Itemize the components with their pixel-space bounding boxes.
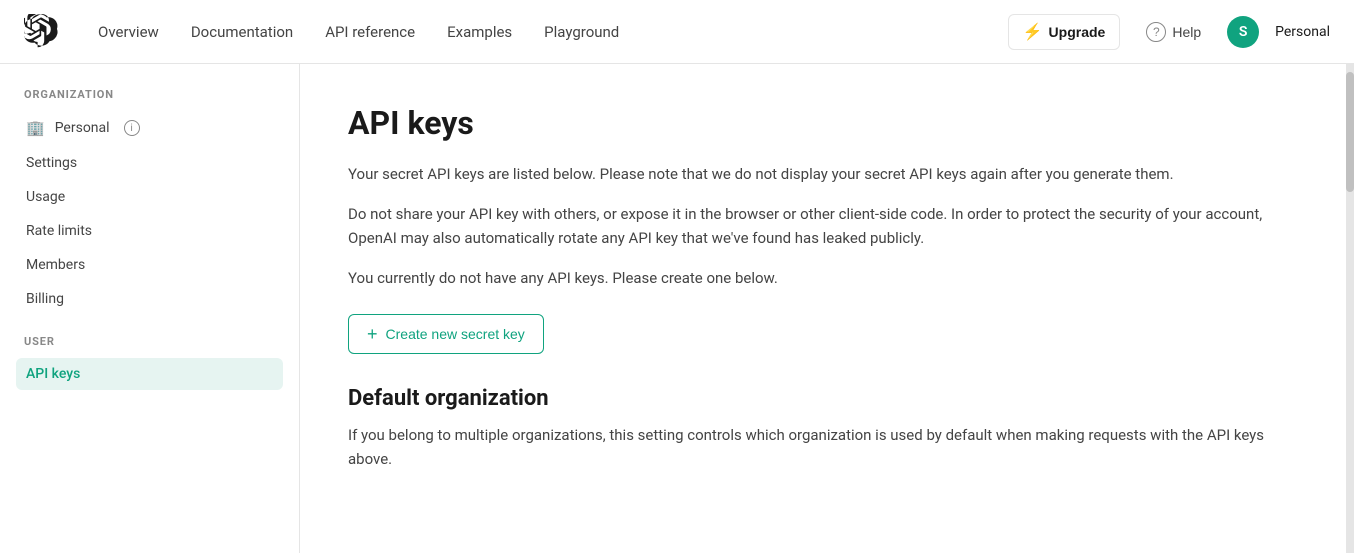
help-icon: ? — [1146, 22, 1166, 42]
user-section-label: USER — [16, 335, 283, 348]
plus-icon: + — [367, 325, 378, 343]
sidebar-item-billing[interactable]: Billing — [16, 283, 283, 315]
logo[interactable] — [24, 14, 60, 50]
description-2: Do not share your API key with others, o… — [348, 202, 1298, 250]
create-secret-key-button[interactable]: + Create new secret key — [348, 314, 544, 354]
upgrade-button[interactable]: ⚡ Upgrade — [1008, 14, 1121, 50]
sidebar-org-section: ORGANIZATION 🏢 Personal i Settings Usage… — [16, 88, 283, 315]
main-content: API keys Your secret API keys are listed… — [300, 64, 1346, 553]
building-icon: 🏢 — [26, 119, 45, 137]
default-org-description: If you belong to multiple organizations,… — [348, 423, 1298, 471]
top-navigation: Overview Documentation API reference Exa… — [0, 0, 1354, 64]
user-label[interactable]: Personal — [1275, 24, 1330, 40]
description-3: You currently do not have any API keys. … — [348, 266, 1298, 290]
sidebar-item-settings[interactable]: Settings — [16, 147, 283, 179]
sidebar-item-members[interactable]: Members — [16, 249, 283, 281]
scroll-track[interactable] — [1346, 64, 1354, 553]
nav-examples[interactable]: Examples — [433, 15, 526, 49]
sidebar-item-rate-limits[interactable]: Rate limits — [16, 215, 283, 247]
page-title: API keys — [348, 104, 1298, 142]
sidebar-item-api-keys[interactable]: API keys — [16, 358, 283, 390]
scroll-thumb — [1346, 72, 1354, 192]
sidebar-item-usage[interactable]: Usage — [16, 181, 283, 213]
sidebar-user-section: USER API keys — [16, 335, 283, 390]
nav-api-reference[interactable]: API reference — [311, 15, 429, 49]
nav-documentation[interactable]: Documentation — [177, 15, 307, 49]
org-section-label: ORGANIZATION — [16, 88, 283, 101]
main-layout: ORGANIZATION 🏢 Personal i Settings Usage… — [0, 64, 1354, 553]
sidebar-item-personal[interactable]: 🏢 Personal i — [16, 111, 283, 145]
info-icon[interactable]: i — [124, 120, 140, 136]
avatar[interactable]: S — [1227, 16, 1259, 48]
nav-right: ⚡ Upgrade ? Help S Personal — [1008, 14, 1330, 50]
description-1: Your secret API keys are listed below. P… — [348, 162, 1298, 186]
nav-links: Overview Documentation API reference Exa… — [84, 15, 1008, 49]
bolt-icon: ⚡ — [1023, 22, 1043, 42]
sidebar: ORGANIZATION 🏢 Personal i Settings Usage… — [0, 64, 300, 553]
nav-playground[interactable]: Playground — [530, 15, 633, 49]
help-button[interactable]: ? Help — [1136, 15, 1211, 49]
default-org-title: Default organization — [348, 386, 1298, 411]
nav-overview[interactable]: Overview — [84, 15, 173, 49]
